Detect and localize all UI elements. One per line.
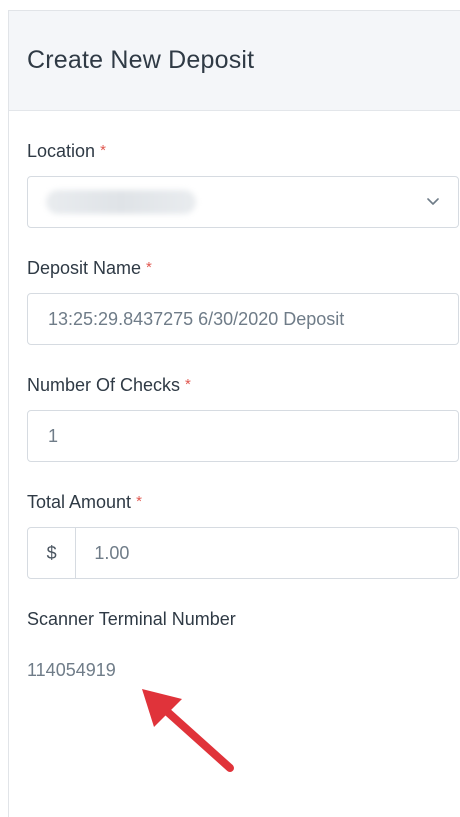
total-amount-label: Total Amount *: [27, 492, 460, 513]
number-of-checks-field[interactable]: [27, 410, 459, 462]
total-amount-input[interactable]: [76, 542, 458, 564]
page-title: Create New Deposit: [27, 46, 255, 74]
scanner-terminal-label: Scanner Terminal Number: [27, 609, 460, 630]
number-of-checks-label: Number Of Checks *: [27, 375, 460, 396]
deposit-name-label: Deposit Name *: [27, 258, 460, 279]
deposit-name-input[interactable]: [28, 308, 458, 330]
required-asterisk: *: [136, 493, 142, 510]
total-amount-label-text: Total Amount: [27, 492, 132, 512]
deposit-name-label-text: Deposit Name: [27, 258, 142, 278]
location-label: Location *: [27, 141, 460, 162]
chevron-down-icon: [426, 195, 440, 209]
number-of-checks-label-text: Number Of Checks: [27, 375, 181, 395]
scanner-terminal-value: 114054919: [27, 660, 116, 680]
scanner-terminal-label-text: Scanner Terminal Number: [27, 609, 236, 629]
location-label-text: Location: [27, 141, 96, 161]
location-select[interactable]: [27, 176, 459, 228]
deposit-name-field[interactable]: [27, 293, 459, 345]
location-selected-value-redacted: [46, 190, 196, 214]
required-asterisk: *: [100, 142, 106, 159]
deposit-form: Location * Deposit Name * Number Of Chec…: [9, 141, 460, 681]
total-amount-field[interactable]: $: [27, 527, 459, 579]
currency-prefix: $: [28, 528, 77, 578]
panel-header: Create New Deposit: [9, 11, 460, 111]
annotation-arrow-icon: [142, 689, 234, 772]
required-asterisk: *: [146, 259, 152, 276]
number-of-checks-input[interactable]: [28, 425, 458, 447]
required-asterisk: *: [185, 376, 191, 393]
